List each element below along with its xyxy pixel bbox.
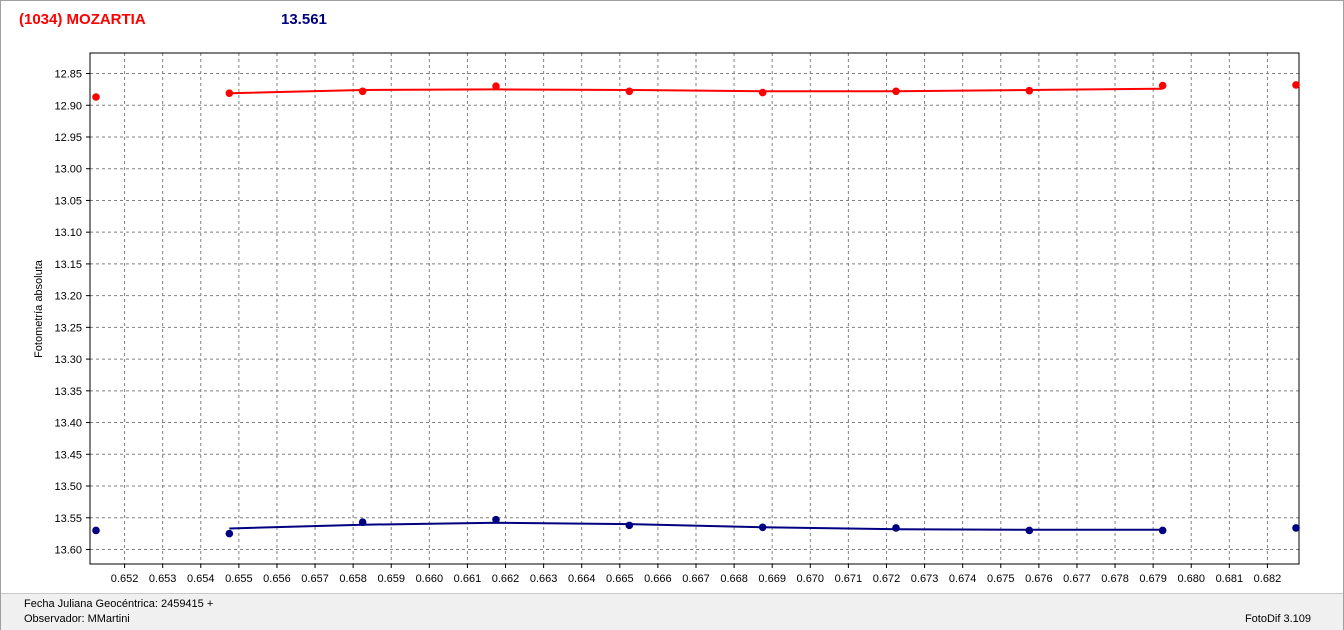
y-tick-label: 13.40	[54, 418, 82, 430]
y-axis-ticks: 12.85 12.90 12.95 13.00 13.05 13.10 13.15 13.20…	[54, 69, 90, 556]
x-tick-label: 0.677	[1063, 573, 1091, 585]
x-tick-label: 0.665	[606, 573, 634, 585]
x-tick-label: 0.670	[797, 573, 825, 585]
software-version: FotoDif 3.109	[1244, 613, 1311, 625]
y-tick-label: 13.35	[54, 386, 82, 398]
data-point	[225, 89, 234, 97]
x-tick-label: 0.658	[339, 573, 367, 585]
data-point	[1158, 81, 1167, 90]
status-footer: Fecha Juliana Geocéntrica: 2459415 + Obs…	[1, 593, 1343, 630]
x-tick-label: 0.671	[835, 573, 863, 585]
data-point	[892, 524, 900, 532]
x-tick-label: 0.667	[682, 573, 710, 585]
observer-label: Observador: MMartini	[24, 613, 130, 625]
x-axis-ticks: 0.652 0.653 0.654 0.655 0.656 0.657 0.658 0.659…	[111, 564, 1281, 585]
data-point	[1292, 524, 1300, 532]
data-point	[1025, 526, 1034, 535]
data-point	[492, 82, 500, 91]
data-point	[92, 526, 100, 535]
x-tick-label: 0.662	[492, 573, 520, 585]
x-tick-label: 0.660	[416, 573, 444, 585]
y-axis-label: Fotometría absoluta	[33, 259, 45, 358]
x-tick-label: 0.681	[1216, 573, 1244, 585]
x-tick-label: 0.663	[530, 573, 558, 585]
x-tick-label: 0.659	[377, 573, 405, 585]
x-tick-label: 0.655	[225, 573, 253, 585]
data-point	[225, 529, 234, 538]
data-point	[92, 93, 100, 101]
x-tick-label: 0.676	[1025, 573, 1053, 585]
y-tick-label: 13.00	[54, 164, 82, 176]
x-tick-label: 0.661	[454, 573, 482, 585]
data-point	[625, 87, 634, 96]
y-tick-label: 13.15	[54, 259, 82, 271]
x-tick-label: 0.653	[149, 573, 177, 585]
x-tick-label: 0.664	[568, 573, 596, 585]
data-point	[625, 521, 634, 530]
x-tick-label: 0.657	[301, 573, 329, 585]
julian-date-label: Fecha Juliana Geocéntrica: 2459415 +	[24, 598, 214, 610]
y-tick-label: 13.25	[54, 322, 82, 334]
grid-lines	[90, 53, 1299, 564]
y-tick-label: 13.45	[54, 449, 82, 461]
y-tick-label: 13.50	[54, 481, 82, 493]
x-tick-label: 0.673	[911, 573, 939, 585]
y-tick-label: 12.90	[54, 100, 82, 112]
y-tick-label: 12.85	[54, 69, 82, 81]
x-tick-label: 0.654	[187, 573, 215, 585]
x-tick-label: 0.675	[987, 573, 1015, 585]
y-tick-label: 12.95	[54, 132, 82, 144]
lightcurve-chart: 12.85 12.90 12.95 13.00 13.05 13.10 13.15 13.20…	[33, 52, 1300, 585]
x-tick-label: 0.652	[111, 573, 139, 585]
data-point	[1025, 86, 1034, 95]
y-tick-label: 13.30	[54, 354, 82, 366]
y-tick-label: 13.60	[54, 544, 82, 556]
chart-window: (1034) MOZARTIA 13.561 12.85 12.90 12.95 13…	[0, 0, 1344, 630]
x-tick-label: 0.668	[720, 573, 748, 585]
plot-area-frame	[89, 52, 1300, 565]
data-point	[758, 88, 767, 97]
x-tick-label: 0.674	[949, 573, 977, 585]
data-point	[758, 523, 767, 532]
data-point	[1292, 81, 1300, 89]
x-tick-label: 0.678	[1101, 573, 1129, 585]
y-tick-label: 13.05	[54, 195, 82, 207]
data-point	[892, 87, 900, 96]
data-point	[492, 515, 500, 524]
x-tick-label: 0.680	[1177, 573, 1205, 585]
data-point	[358, 518, 367, 526]
data-point	[1158, 526, 1167, 535]
y-tick-label: 13.55	[54, 513, 82, 525]
y-tick-label: 13.20	[54, 291, 82, 303]
data-point	[358, 87, 367, 96]
y-tick-label: 13.10	[54, 227, 82, 239]
x-tick-label: 0.672	[873, 573, 901, 585]
x-tick-label: 0.666	[644, 573, 672, 585]
x-tick-label: 0.679	[1139, 573, 1167, 585]
x-tick-label: 0.656	[263, 573, 291, 585]
x-tick-label: 0.682	[1254, 573, 1282, 585]
x-tick-label: 0.669	[758, 573, 786, 585]
